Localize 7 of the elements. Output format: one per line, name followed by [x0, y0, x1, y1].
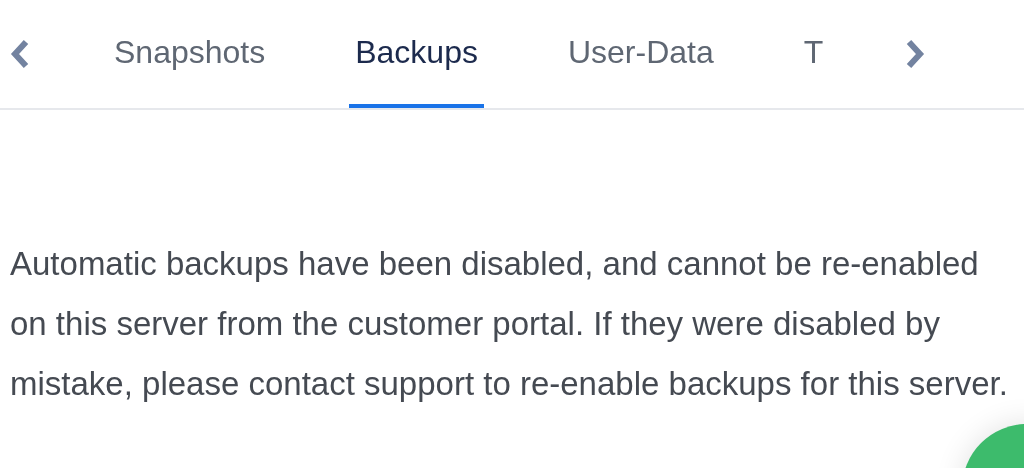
tab[interactable]: Backups: [349, 0, 484, 108]
tab[interactable]: User-Data: [561, 0, 720, 108]
chevron-right-icon: [905, 39, 925, 69]
chevron-left-icon: [10, 39, 30, 69]
tab[interactable]: T: [797, 0, 830, 108]
backups-disabled-message: Automatic backups have been disabled, and cannot be re-enabled on this server from the customer portal. If they were disabled by mistake, please contact support to re-enable backups for this server.: [10, 244, 1009, 404]
tab[interactable]: Snapshots: [108, 0, 272, 108]
